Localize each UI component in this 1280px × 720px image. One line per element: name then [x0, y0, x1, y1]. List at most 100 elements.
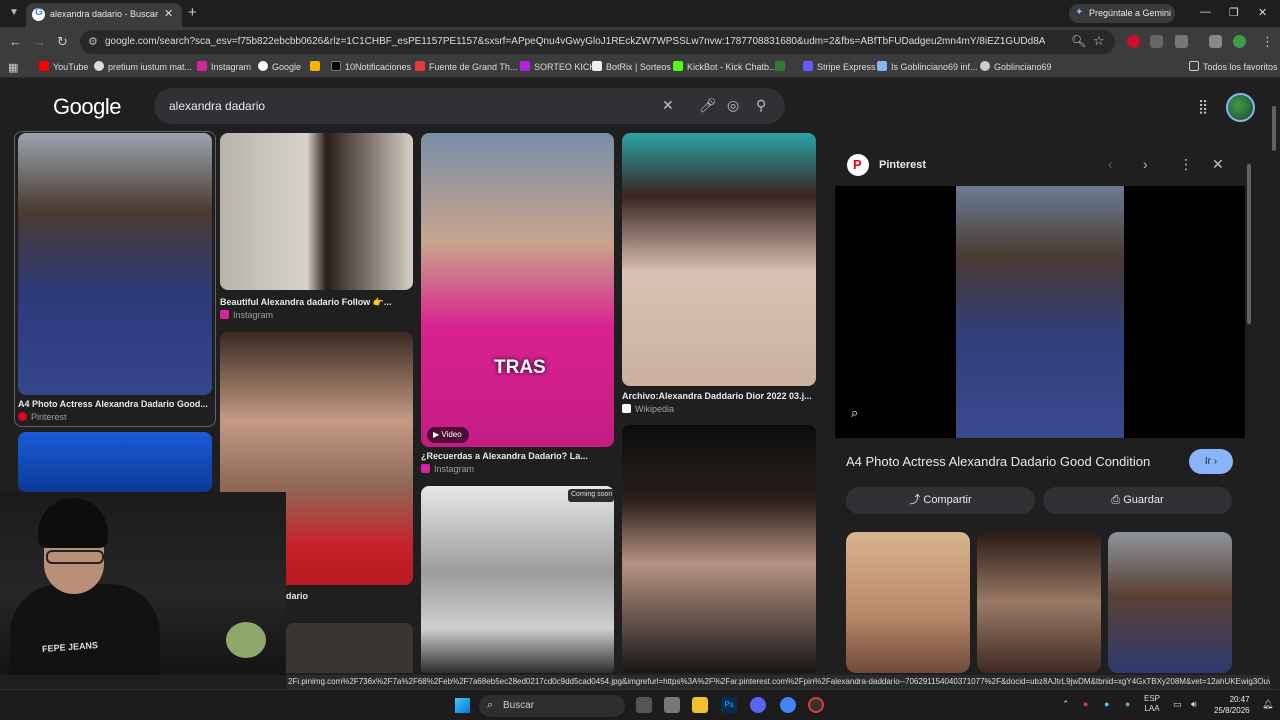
- account-avatar[interactable]: [1226, 93, 1255, 122]
- search-box[interactable]: alexandra dadario ✕ 🎤︎ ◎ ⚲: [154, 88, 785, 124]
- chrome-icon[interactable]: [780, 697, 796, 713]
- bookmark-google[interactable]: Google: [258, 61, 301, 72]
- windows-start-icon[interactable]: [455, 698, 470, 713]
- tab-title: alexandra dadario - Buscar con Google: [50, 9, 158, 19]
- close-panel-icon[interactable]: ✕: [1212, 156, 1224, 173]
- extension-box-icon[interactable]: [1150, 35, 1163, 48]
- webcam-hair: [38, 498, 108, 548]
- save-button[interactable]: ⎙ Guardar: [1043, 487, 1232, 514]
- taskbar-app-icon[interactable]: [664, 697, 680, 713]
- back-icon[interactable]: ←: [9, 34, 22, 49]
- bookmark-kickbot[interactable]: KickBot - Kick Chatb...: [673, 61, 777, 72]
- photoshop-icon[interactable]: Ps: [721, 697, 737, 713]
- related-image-3[interactable]: [1108, 532, 1232, 673]
- related-image-1[interactable]: [846, 532, 970, 673]
- panel-source[interactable]: Pinterest: [879, 159, 926, 171]
- result-caption-3[interactable]: ¿Recuerdas a Alexandra Dadario? La...: [421, 451, 613, 461]
- google-logo[interactable]: Google: [53, 94, 121, 120]
- restore-icon[interactable]: ❐: [1229, 6, 1239, 19]
- tray-app-icon[interactable]: ●: [1083, 699, 1088, 709]
- result-source-4[interactable]: Wikipedia: [622, 404, 674, 414]
- voice-search-icon[interactable]: 🎤︎: [699, 97, 717, 114]
- more-options-icon[interactable]: ⋮: [1179, 156, 1193, 173]
- result-image-8[interactable]: [622, 425, 816, 673]
- extensions-puzzle-icon[interactable]: [1175, 35, 1188, 48]
- forward-icon[interactable]: →: [33, 34, 46, 49]
- window-close-icon[interactable]: ✕: [1258, 6, 1267, 19]
- result-image-9[interactable]: [286, 623, 413, 673]
- share-button[interactable]: ⤴ Compartir: [846, 487, 1035, 514]
- tray-app2-icon[interactable]: ●: [1104, 699, 1109, 709]
- clock[interactable]: 20:47 25/8/2026: [1214, 694, 1250, 716]
- panel-scrollbar[interactable]: [1247, 164, 1251, 324]
- search-query[interactable]: alexandra dadario: [169, 99, 265, 113]
- volume-icon[interactable]: 🔊︎: [1191, 699, 1197, 710]
- address-bar[interactable]: ⚙ google.com/search?sca_esv=f75b822ebcbb…: [80, 30, 1115, 54]
- bookmark-green[interactable]: [775, 61, 789, 72]
- lens-search-icon[interactable]: ◎: [727, 97, 739, 114]
- result-image-2[interactable]: [220, 133, 413, 290]
- result-image-5[interactable]: [18, 432, 212, 492]
- bookmark-instagram[interactable]: Instagram: [197, 61, 251, 72]
- profile-icon[interactable]: [1233, 35, 1246, 48]
- zoom-icon[interactable]: 🔍︎: [1071, 34, 1086, 48]
- bookmark-star-icon[interactable]: ☆: [1093, 33, 1105, 49]
- minimize-icon[interactable]: —: [1200, 6, 1211, 18]
- related-image-2[interactable]: [977, 532, 1101, 673]
- result-image-3[interactable]: [421, 133, 614, 447]
- bookmark-sorteo-kick[interactable]: SORTEO KICK: [520, 61, 595, 72]
- reading-list-icon[interactable]: [1209, 35, 1222, 48]
- discord-icon[interactable]: [750, 697, 766, 713]
- result-image-7[interactable]: [421, 486, 614, 673]
- visit-button[interactable]: Ir ›: [1189, 449, 1233, 474]
- file-explorer-icon[interactable]: [692, 697, 708, 713]
- gemini-button[interactable]: ✦ Pregúntale a Gemini: [1069, 4, 1175, 23]
- bookmark-pretium[interactable]: pretium iustum mat...: [94, 61, 192, 72]
- site-info-icon[interactable]: ⚙: [88, 35, 98, 48]
- result-caption-1[interactable]: A4 Photo Actress Alexandra Dadario Good.…: [18, 399, 210, 409]
- result-source-1[interactable]: Pinterest: [18, 412, 67, 422]
- reload-icon[interactable]: ↻: [57, 34, 68, 50]
- bookmark-goblinciano[interactable]: Goblinciano69: [980, 61, 1052, 72]
- notifications-icon[interactable]: 🔔︎: [1262, 699, 1273, 710]
- language-indicator[interactable]: ESP LAA: [1144, 694, 1160, 714]
- task-view-icon[interactable]: [636, 697, 652, 713]
- taskbar-search[interactable]: ⌕ Buscar: [479, 695, 625, 717]
- tray-app3-icon[interactable]: ●: [1125, 699, 1130, 709]
- result-image-4[interactable]: [622, 133, 816, 386]
- search-icon[interactable]: ⚲: [756, 97, 766, 114]
- bookmark-notificaciones[interactable]: 10Notificaciones: [331, 61, 411, 72]
- bookmark-stripe[interactable]: Stripe Express: [803, 61, 876, 72]
- result-source-3[interactable]: Instagram: [421, 464, 474, 474]
- bookmark-goblinciano-inf[interactable]: Is Goblinciano69 inf...: [877, 61, 978, 72]
- panel-title[interactable]: A4 Photo Actress Alexandra Dadario Good …: [846, 454, 1150, 469]
- page-scrollbar[interactable]: [1272, 106, 1276, 151]
- webcam-hoodie: [10, 584, 160, 675]
- tab-search-icon[interactable]: ▼: [6, 5, 22, 21]
- new-tab-icon[interactable]: +: [188, 4, 197, 21]
- bookmark-pinwheel[interactable]: [310, 61, 324, 72]
- all-bookmarks[interactable]: Todos los favoritos: [1189, 61, 1278, 72]
- result-source-2[interactable]: Instagram: [220, 310, 273, 320]
- tray-chevron-icon[interactable]: ⌃: [1062, 699, 1070, 710]
- bookmark-youtube[interactable]: YouTube: [39, 61, 88, 72]
- result-caption-6[interactable]: dario: [286, 591, 406, 601]
- next-image-icon[interactable]: ›: [1143, 156, 1148, 172]
- tab-google-search[interactable]: alexandra dadario - Buscar con Google ✕: [26, 3, 182, 27]
- tab-close-icon[interactable]: ✕: [164, 7, 173, 20]
- network-icon[interactable]: ▭: [1173, 699, 1182, 710]
- clear-search-icon[interactable]: ✕: [662, 97, 674, 114]
- bookmark-botrix[interactable]: BotRix | Sorteos: [592, 61, 671, 72]
- obs-icon[interactable]: [808, 697, 824, 713]
- lens-icon[interactable]: ⌕: [851, 405, 858, 421]
- result-image-1[interactable]: [18, 133, 212, 395]
- result-caption-4[interactable]: Archivo:Alexandra Daddario Dior 2022 03.…: [622, 391, 814, 401]
- menu-dots-icon[interactable]: ⋮: [1261, 34, 1274, 50]
- result-caption-2[interactable]: Beautiful Alexandra dadario Follow 👉...: [220, 297, 412, 308]
- bookmark-fuente-gta[interactable]: Fuente de Grand Th...: [415, 61, 517, 72]
- extension-red-icon[interactable]: [1127, 35, 1140, 48]
- prev-image-icon[interactable]: ‹: [1108, 156, 1113, 172]
- google-apps-icon[interactable]: ⣿: [1198, 98, 1208, 115]
- apps-icon[interactable]: ▦: [8, 61, 18, 74]
- preview-image[interactable]: ⌕: [835, 186, 1245, 438]
